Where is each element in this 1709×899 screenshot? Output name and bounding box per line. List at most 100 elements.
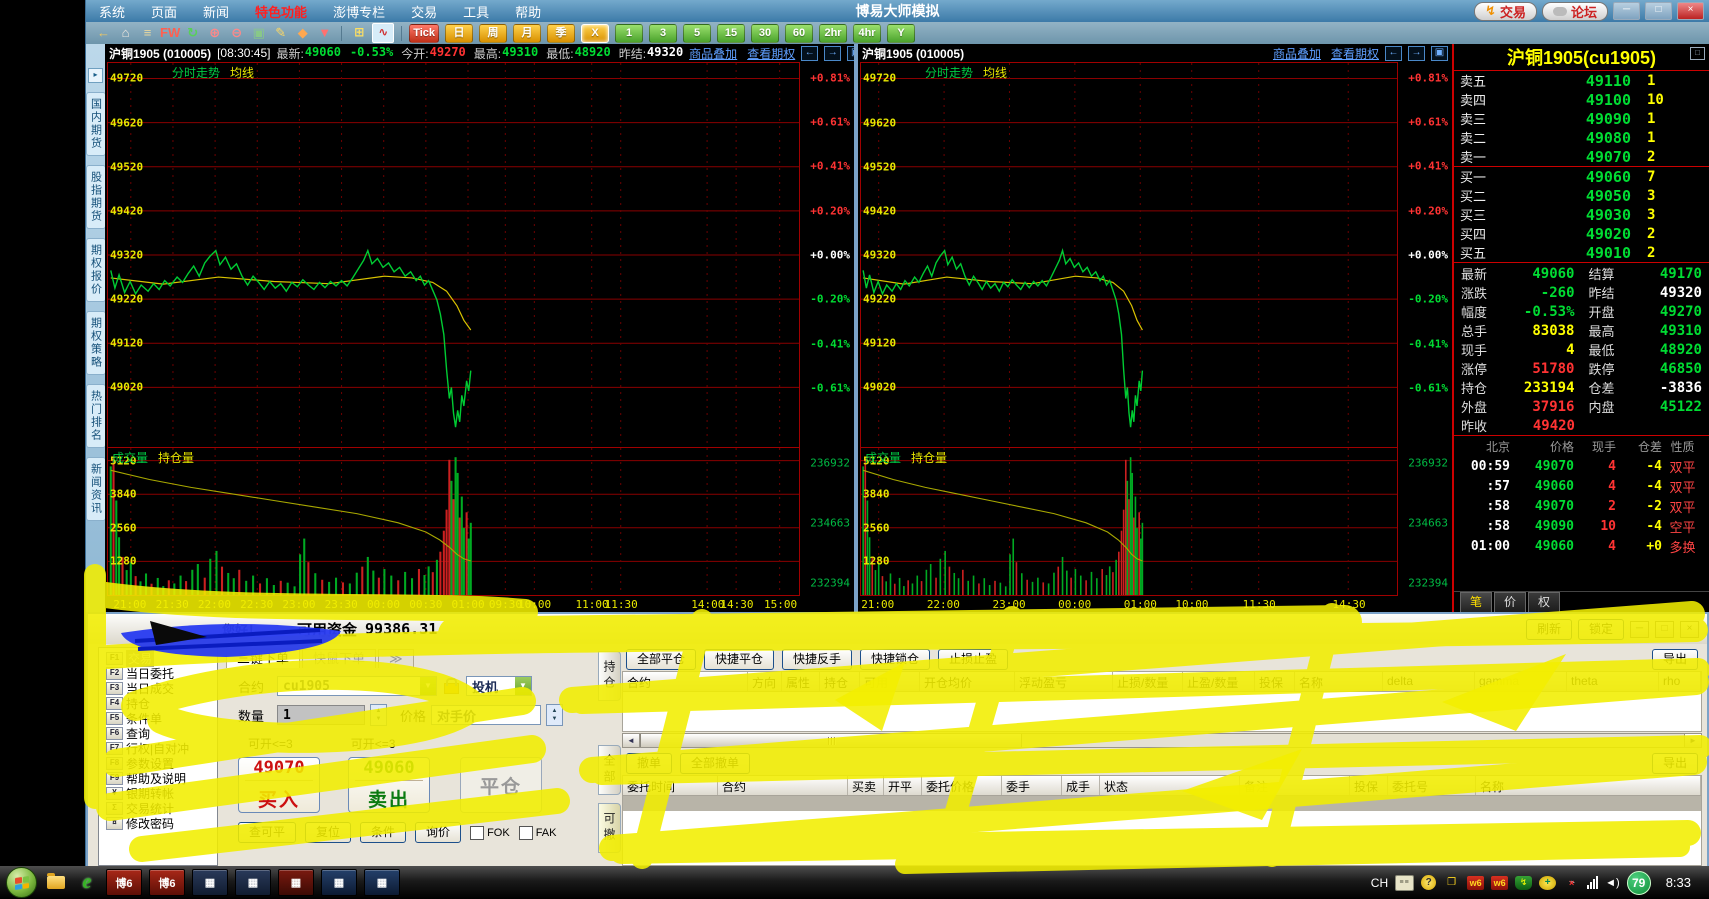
period-button[interactable]: Y [887, 24, 915, 43]
period-button[interactable]: 周 [479, 24, 507, 43]
signal-bars-icon[interactable] [1587, 876, 1598, 889]
quantity-input[interactable]: 1 [277, 705, 365, 725]
position-action-button[interactable]: 快捷平仓 [704, 649, 774, 670]
close-position-button[interactable]: 平仓 [460, 757, 542, 813]
period-button[interactable]: Tick [409, 24, 439, 43]
explorer-taskbar-icon[interactable] [44, 871, 68, 895]
window-tray-icon[interactable]: ❐ [1443, 876, 1460, 890]
app-taskbar-button[interactable]: ▦ [321, 869, 357, 896]
price-type-select[interactable]: 对手价 [431, 705, 541, 725]
network-disconnected-icon[interactable]: ⌁× [1563, 876, 1580, 890]
menu-item[interactable]: 特色功能 [242, 2, 320, 21]
position-action-button[interactable]: 全部平仓 [626, 649, 696, 670]
period-button[interactable]: 4hr [853, 24, 881, 43]
security-shield-icon[interactable]: ↯ [1515, 876, 1532, 890]
period-button[interactable]: 2hr [819, 24, 847, 43]
panel-close-button[interactable]: × [1680, 621, 1699, 638]
vtab-all[interactable]: 全部 [598, 745, 621, 795]
order-tool-button[interactable]: 询价 [415, 822, 461, 843]
vtab-cancellable[interactable]: 可撤 [598, 803, 621, 853]
period-button[interactable]: 月 [513, 24, 541, 43]
price-stepper[interactable]: ▲▼ [546, 704, 563, 726]
menu-item[interactable]: 系统 [86, 2, 138, 21]
order-action-button[interactable]: 全部撤单 [680, 753, 750, 774]
refresh-icon[interactable]: ↻ [183, 24, 202, 42]
prev-contract-icon[interactable]: ← [801, 46, 818, 61]
order-tab[interactable]: 快鼠下单 [302, 649, 376, 668]
hedge-select[interactable]: 投机 ▼ [466, 676, 532, 696]
scroll-left-icon[interactable]: ◄ [623, 734, 640, 747]
order-tab[interactable]: 三键下单 [226, 648, 300, 668]
ie-taskbar-icon[interactable]: e [75, 871, 99, 895]
positions-table-body[interactable] [622, 692, 1702, 732]
chevron-down-icon[interactable]: ▼ [420, 677, 436, 695]
fw-news-icon[interactable]: FW [160, 24, 180, 42]
app-taskbar-button[interactable]: ▦ [235, 869, 271, 896]
tree-item[interactable]: F4 持仓 [99, 696, 217, 711]
menu-item[interactable]: 页面 [138, 2, 190, 21]
horizontal-scrollbar[interactable]: ◄ ► [622, 733, 1702, 748]
tree-item[interactable]: Σ 交易统计 [99, 801, 217, 816]
refresh-button[interactable]: 刷新 [1526, 619, 1572, 640]
quantity-stepper[interactable]: ▲▼ [370, 704, 387, 726]
security-score-badge[interactable]: 79 [1627, 871, 1651, 895]
quote-tab[interactable]: 笔 [1460, 592, 1492, 612]
order-tab[interactable]: ≫ [378, 649, 414, 668]
tree-item[interactable]: F5 条件单 [99, 711, 217, 726]
export-button[interactable]: 导出 [1652, 753, 1698, 774]
zoom-out-icon[interactable]: ⊖ [227, 24, 246, 42]
chevron-down-icon[interactable]: ▼ [515, 677, 531, 695]
volume-chart[interactable]: 成交量持仓量 5120384025601280 [107, 448, 800, 596]
position-action-button[interactable]: 快捷锁仓 [860, 649, 930, 670]
period-button[interactable]: 日 [445, 24, 473, 43]
period-button[interactable]: 5 [683, 24, 711, 43]
trade-quick-button[interactable]: ↯交易 [1474, 2, 1537, 21]
help-tray-icon[interactable]: ? [1421, 875, 1436, 890]
fak-checkbox[interactable] [519, 826, 533, 840]
depth-row[interactable]: 买一 49060 7 [1454, 167, 1709, 186]
app-tray-icon[interactable]: w6 [1491, 876, 1508, 890]
depth-row[interactable]: 卖五 49110 1 [1454, 71, 1709, 90]
zoom-in-icon[interactable]: ⊕ [205, 24, 224, 42]
draw-icon[interactable]: ✎ [271, 24, 290, 42]
chart-header-link[interactable]: 查看期权 [747, 45, 795, 62]
quote-tab[interactable]: 价 [1494, 592, 1526, 612]
period-button[interactable]: X [581, 24, 609, 43]
tree-item[interactable]: F8 参数设置 [99, 756, 217, 771]
screenshot-icon[interactable]: ▣ [249, 24, 268, 42]
scrollbar-thumb[interactable] [640, 734, 1022, 747]
depth-row[interactable]: 卖四 49100 10 [1454, 90, 1709, 109]
maximize-button[interactable]: □ [1645, 2, 1672, 20]
sidebar-tab[interactable]: 期权报价 [86, 238, 106, 302]
buy-button[interactable]: 49070 买入 [238, 757, 320, 813]
fok-checkbox[interactable] [470, 826, 484, 840]
forum-button[interactable]: 论坛 [1542, 2, 1608, 21]
split-view-icon[interactable]: ▣ [847, 46, 854, 61]
unlock-icon[interactable] [444, 683, 459, 694]
volume-icon[interactable]: ◄) [1605, 877, 1620, 889]
next-contract-icon[interactable]: → [1408, 46, 1425, 61]
chart-view-icon[interactable]: ∿ [372, 23, 394, 43]
back-icon[interactable]: ← [94, 24, 113, 42]
app-taskbar-button[interactable]: ▦ [192, 869, 228, 896]
menu-item[interactable]: 新闻 [190, 2, 242, 21]
tree-item[interactable]: F3 当日成交 [99, 681, 217, 696]
sidebar-gadget-icon[interactable]: ▸ [88, 68, 103, 83]
order-tool-button[interactable]: 复位 [305, 822, 351, 843]
chart-header-link[interactable]: 查看期权 [1331, 45, 1379, 62]
panel-maximize-button[interactable]: □ [1655, 621, 1674, 638]
period-button[interactable]: 3 [649, 24, 677, 43]
order-tool-button[interactable]: 条件 [360, 822, 406, 843]
app-taskbar-button[interactable]: 博6 [106, 869, 142, 896]
tree-item[interactable]: ¤ 修改密码 [99, 816, 217, 831]
tree-item[interactable]: F6 查询 [99, 726, 217, 741]
period-button[interactable]: 15 [717, 24, 745, 43]
contract-select[interactable]: cu1905 ▼ [277, 676, 437, 696]
start-button[interactable] [6, 867, 37, 898]
period-button[interactable]: 季 [547, 24, 575, 43]
tree-item[interactable]: F2 当日委托 [99, 666, 217, 681]
sidebar-tab[interactable]: 期权策略 [86, 311, 106, 375]
menu-item[interactable]: 交易 [398, 2, 450, 21]
app-taskbar-button[interactable]: ▦ [278, 869, 314, 896]
app-tray-icon[interactable]: w6 [1467, 876, 1484, 890]
